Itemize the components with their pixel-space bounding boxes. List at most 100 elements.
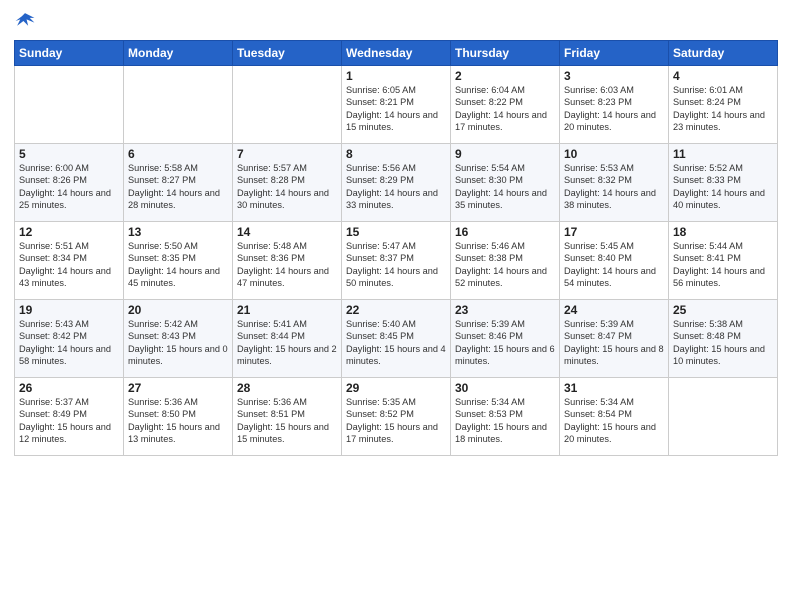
day-number: 19 bbox=[19, 303, 119, 317]
day-info: Sunrise: 5:50 AM Sunset: 8:35 PM Dayligh… bbox=[128, 240, 228, 290]
day-number: 29 bbox=[346, 381, 446, 395]
day-info: Sunrise: 5:41 AM Sunset: 8:44 PM Dayligh… bbox=[237, 318, 337, 368]
calendar-cell: 26Sunrise: 5:37 AM Sunset: 8:49 PM Dayli… bbox=[15, 378, 124, 456]
day-info: Sunrise: 5:36 AM Sunset: 8:50 PM Dayligh… bbox=[128, 396, 228, 446]
day-info: Sunrise: 6:04 AM Sunset: 8:22 PM Dayligh… bbox=[455, 84, 555, 134]
calendar-cell bbox=[15, 66, 124, 144]
day-info: Sunrise: 5:37 AM Sunset: 8:49 PM Dayligh… bbox=[19, 396, 119, 446]
day-info: Sunrise: 6:03 AM Sunset: 8:23 PM Dayligh… bbox=[564, 84, 664, 134]
calendar-cell: 11Sunrise: 5:52 AM Sunset: 8:33 PM Dayli… bbox=[669, 144, 778, 222]
day-number: 24 bbox=[564, 303, 664, 317]
day-number: 12 bbox=[19, 225, 119, 239]
day-number: 23 bbox=[455, 303, 555, 317]
calendar-cell: 28Sunrise: 5:36 AM Sunset: 8:51 PM Dayli… bbox=[233, 378, 342, 456]
day-number: 1 bbox=[346, 69, 446, 83]
calendar-cell: 23Sunrise: 5:39 AM Sunset: 8:46 PM Dayli… bbox=[451, 300, 560, 378]
day-info: Sunrise: 5:56 AM Sunset: 8:29 PM Dayligh… bbox=[346, 162, 446, 212]
calendar-week-5: 26Sunrise: 5:37 AM Sunset: 8:49 PM Dayli… bbox=[15, 378, 778, 456]
calendar-cell: 20Sunrise: 5:42 AM Sunset: 8:43 PM Dayli… bbox=[124, 300, 233, 378]
weekday-header-wednesday: Wednesday bbox=[342, 41, 451, 66]
day-info: Sunrise: 5:34 AM Sunset: 8:54 PM Dayligh… bbox=[564, 396, 664, 446]
calendar-week-1: 1Sunrise: 6:05 AM Sunset: 8:21 PM Daylig… bbox=[15, 66, 778, 144]
day-number: 10 bbox=[564, 147, 664, 161]
page: SundayMondayTuesdayWednesdayThursdayFrid… bbox=[0, 0, 792, 612]
calendar-cell: 12Sunrise: 5:51 AM Sunset: 8:34 PM Dayli… bbox=[15, 222, 124, 300]
day-number: 13 bbox=[128, 225, 228, 239]
day-info: Sunrise: 5:57 AM Sunset: 8:28 PM Dayligh… bbox=[237, 162, 337, 212]
calendar-cell: 25Sunrise: 5:38 AM Sunset: 8:48 PM Dayli… bbox=[669, 300, 778, 378]
calendar-cell: 30Sunrise: 5:34 AM Sunset: 8:53 PM Dayli… bbox=[451, 378, 560, 456]
day-number: 9 bbox=[455, 147, 555, 161]
calendar-cell: 4Sunrise: 6:01 AM Sunset: 8:24 PM Daylig… bbox=[669, 66, 778, 144]
day-info: Sunrise: 5:46 AM Sunset: 8:38 PM Dayligh… bbox=[455, 240, 555, 290]
day-info: Sunrise: 5:58 AM Sunset: 8:27 PM Dayligh… bbox=[128, 162, 228, 212]
calendar-cell: 5Sunrise: 6:00 AM Sunset: 8:26 PM Daylig… bbox=[15, 144, 124, 222]
day-number: 31 bbox=[564, 381, 664, 395]
calendar-cell: 2Sunrise: 6:04 AM Sunset: 8:22 PM Daylig… bbox=[451, 66, 560, 144]
day-info: Sunrise: 5:43 AM Sunset: 8:42 PM Dayligh… bbox=[19, 318, 119, 368]
day-number: 6 bbox=[128, 147, 228, 161]
day-number: 11 bbox=[673, 147, 773, 161]
calendar-cell: 24Sunrise: 5:39 AM Sunset: 8:47 PM Dayli… bbox=[560, 300, 669, 378]
day-info: Sunrise: 5:40 AM Sunset: 8:45 PM Dayligh… bbox=[346, 318, 446, 368]
calendar-cell: 13Sunrise: 5:50 AM Sunset: 8:35 PM Dayli… bbox=[124, 222, 233, 300]
day-info: Sunrise: 5:42 AM Sunset: 8:43 PM Dayligh… bbox=[128, 318, 228, 368]
day-info: Sunrise: 6:01 AM Sunset: 8:24 PM Dayligh… bbox=[673, 84, 773, 134]
calendar-cell: 8Sunrise: 5:56 AM Sunset: 8:29 PM Daylig… bbox=[342, 144, 451, 222]
day-info: Sunrise: 5:38 AM Sunset: 8:48 PM Dayligh… bbox=[673, 318, 773, 368]
day-info: Sunrise: 5:51 AM Sunset: 8:34 PM Dayligh… bbox=[19, 240, 119, 290]
day-number: 26 bbox=[19, 381, 119, 395]
weekday-header-monday: Monday bbox=[124, 41, 233, 66]
calendar-cell: 21Sunrise: 5:41 AM Sunset: 8:44 PM Dayli… bbox=[233, 300, 342, 378]
day-number: 2 bbox=[455, 69, 555, 83]
day-info: Sunrise: 5:35 AM Sunset: 8:52 PM Dayligh… bbox=[346, 396, 446, 446]
logo bbox=[14, 10, 38, 32]
day-info: Sunrise: 6:05 AM Sunset: 8:21 PM Dayligh… bbox=[346, 84, 446, 134]
day-info: Sunrise: 5:36 AM Sunset: 8:51 PM Dayligh… bbox=[237, 396, 337, 446]
day-number: 30 bbox=[455, 381, 555, 395]
weekday-header-row: SundayMondayTuesdayWednesdayThursdayFrid… bbox=[15, 41, 778, 66]
calendar-cell: 27Sunrise: 5:36 AM Sunset: 8:50 PM Dayli… bbox=[124, 378, 233, 456]
calendar-cell: 29Sunrise: 5:35 AM Sunset: 8:52 PM Dayli… bbox=[342, 378, 451, 456]
calendar-cell: 18Sunrise: 5:44 AM Sunset: 8:41 PM Dayli… bbox=[669, 222, 778, 300]
day-number: 5 bbox=[19, 147, 119, 161]
day-number: 21 bbox=[237, 303, 337, 317]
day-info: Sunrise: 5:39 AM Sunset: 8:47 PM Dayligh… bbox=[564, 318, 664, 368]
day-number: 7 bbox=[237, 147, 337, 161]
weekday-header-saturday: Saturday bbox=[669, 41, 778, 66]
day-info: Sunrise: 5:52 AM Sunset: 8:33 PM Dayligh… bbox=[673, 162, 773, 212]
day-info: Sunrise: 5:53 AM Sunset: 8:32 PM Dayligh… bbox=[564, 162, 664, 212]
day-number: 8 bbox=[346, 147, 446, 161]
day-number: 22 bbox=[346, 303, 446, 317]
day-number: 15 bbox=[346, 225, 446, 239]
calendar-cell: 7Sunrise: 5:57 AM Sunset: 8:28 PM Daylig… bbox=[233, 144, 342, 222]
weekday-header-sunday: Sunday bbox=[15, 41, 124, 66]
calendar-week-3: 12Sunrise: 5:51 AM Sunset: 8:34 PM Dayli… bbox=[15, 222, 778, 300]
calendar-cell: 16Sunrise: 5:46 AM Sunset: 8:38 PM Dayli… bbox=[451, 222, 560, 300]
calendar-week-2: 5Sunrise: 6:00 AM Sunset: 8:26 PM Daylig… bbox=[15, 144, 778, 222]
day-number: 20 bbox=[128, 303, 228, 317]
weekday-header-friday: Friday bbox=[560, 41, 669, 66]
day-info: Sunrise: 5:34 AM Sunset: 8:53 PM Dayligh… bbox=[455, 396, 555, 446]
calendar: SundayMondayTuesdayWednesdayThursdayFrid… bbox=[14, 40, 778, 456]
day-number: 18 bbox=[673, 225, 773, 239]
calendar-cell: 15Sunrise: 5:47 AM Sunset: 8:37 PM Dayli… bbox=[342, 222, 451, 300]
calendar-cell: 3Sunrise: 6:03 AM Sunset: 8:23 PM Daylig… bbox=[560, 66, 669, 144]
header bbox=[14, 10, 778, 32]
day-number: 3 bbox=[564, 69, 664, 83]
day-info: Sunrise: 5:54 AM Sunset: 8:30 PM Dayligh… bbox=[455, 162, 555, 212]
calendar-cell bbox=[233, 66, 342, 144]
calendar-cell: 31Sunrise: 5:34 AM Sunset: 8:54 PM Dayli… bbox=[560, 378, 669, 456]
calendar-cell: 17Sunrise: 5:45 AM Sunset: 8:40 PM Dayli… bbox=[560, 222, 669, 300]
calendar-cell: 9Sunrise: 5:54 AM Sunset: 8:30 PM Daylig… bbox=[451, 144, 560, 222]
day-number: 17 bbox=[564, 225, 664, 239]
day-number: 16 bbox=[455, 225, 555, 239]
calendar-cell: 14Sunrise: 5:48 AM Sunset: 8:36 PM Dayli… bbox=[233, 222, 342, 300]
calendar-cell: 10Sunrise: 5:53 AM Sunset: 8:32 PM Dayli… bbox=[560, 144, 669, 222]
calendar-cell: 1Sunrise: 6:05 AM Sunset: 8:21 PM Daylig… bbox=[342, 66, 451, 144]
day-info: Sunrise: 5:48 AM Sunset: 8:36 PM Dayligh… bbox=[237, 240, 337, 290]
calendar-cell: 22Sunrise: 5:40 AM Sunset: 8:45 PM Dayli… bbox=[342, 300, 451, 378]
day-info: Sunrise: 5:47 AM Sunset: 8:37 PM Dayligh… bbox=[346, 240, 446, 290]
day-number: 25 bbox=[673, 303, 773, 317]
day-info: Sunrise: 5:39 AM Sunset: 8:46 PM Dayligh… bbox=[455, 318, 555, 368]
